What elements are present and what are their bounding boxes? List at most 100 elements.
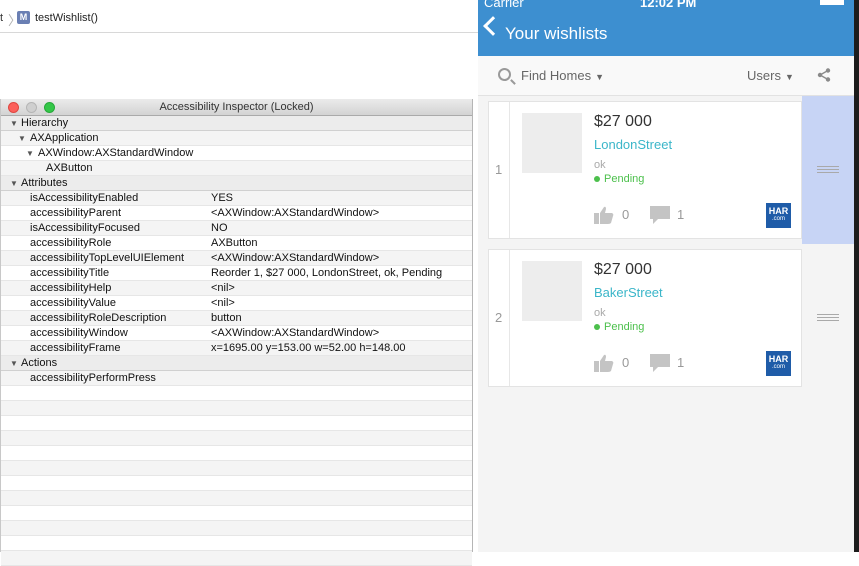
comment-icon[interactable]	[650, 354, 670, 372]
attribute-value: Reorder 1, $27 000, LondonStreet, ok, Pe…	[211, 267, 443, 279]
caret-down-icon: ▼	[784, 72, 794, 82]
attribute-row[interactable]: accessibilityParent <AXWindow:AXStandardW…	[1, 206, 472, 221]
listing-note: ok	[594, 307, 606, 319]
comment-icon[interactable]	[650, 206, 670, 224]
battery-icon	[820, 0, 844, 5]
status-badge: Pending	[594, 173, 644, 185]
section-hierarchy[interactable]: ▼ Hierarchy	[1, 116, 472, 131]
listing-price: $27 000	[594, 261, 652, 278]
thumbs-up-icon[interactable]	[594, 206, 614, 224]
attribute-row[interactable]: isAccessibilityEnabled YES	[1, 191, 472, 206]
hierarchy-row[interactable]: ▼ AXWindow:AXStandardWindow	[1, 146, 472, 161]
listing-thumbnail[interactable]	[522, 113, 582, 173]
action-name: accessibilityPerformPress	[30, 372, 156, 384]
listing-street-link[interactable]: LondonStreet	[594, 137, 672, 152]
attribute-value: <AXWindow:AXStandardWindow>	[211, 327, 380, 339]
navigation-bar: Carrier 12:02 PM Your wishlists	[478, 0, 854, 56]
disclosure-triangle-icon[interactable]: ▼	[26, 149, 34, 158]
card-index: 1	[489, 102, 510, 238]
empty-row	[1, 536, 472, 551]
find-homes-label: Find Homes	[521, 68, 592, 83]
attribute-row[interactable]: accessibilityTopLevelUIElement <AXWindow:…	[1, 251, 472, 266]
drag-handle-icon[interactable]	[817, 314, 839, 323]
section-label: Attributes	[21, 177, 68, 189]
like-count: 0	[622, 355, 630, 370]
section-label: Hierarchy	[21, 117, 69, 129]
disclosure-triangle-icon[interactable]: ▼	[10, 359, 18, 368]
attribute-row[interactable]: accessibilityFrame x=1695.00 y=153.00 w=5…	[1, 341, 472, 356]
empty-row	[1, 521, 472, 536]
disclosure-triangle-icon[interactable]: ▼	[18, 134, 26, 143]
attribute-key: accessibilityFrame	[30, 342, 121, 354]
section-label: Actions	[21, 357, 58, 369]
section-actions[interactable]: ▼ Actions	[1, 356, 472, 371]
filter-toolbar: Find Homes ▼ Users ▼	[478, 56, 854, 96]
carrier-label: Carrier	[484, 0, 524, 10]
har-logo-text: HAR	[768, 354, 789, 364]
attribute-key: isAccessibilityEnabled	[30, 192, 139, 204]
attribute-key: accessibilityValue	[30, 297, 117, 309]
attribute-row[interactable]: accessibilityValue <nil>	[1, 296, 472, 311]
attribute-value: NO	[211, 222, 228, 234]
ios-simulator: Carrier 12:02 PM Your wishlists Find Hom…	[478, 0, 854, 552]
card-index: 2	[489, 250, 510, 386]
attribute-key: accessibilityRoleDescription	[30, 312, 167, 324]
attribute-row[interactable]: accessibilityHelp <nil>	[1, 281, 472, 296]
attribute-row[interactable]: accessibilityWindow <AXWindow:AXStandardW…	[1, 326, 472, 341]
attribute-key: accessibilityParent	[30, 207, 122, 219]
listing-price: $27 000	[594, 113, 652, 130]
find-homes-dropdown[interactable]: Find Homes ▼	[521, 68, 604, 83]
caret-down-icon: ▼	[595, 72, 604, 82]
card-index-number: 1	[495, 162, 503, 177]
xcode-jump-bar: t 〉 M testWishlist()	[0, 0, 478, 33]
wishlist-card[interactable]: 1 $27 000 LondonStreet ok Pending 0 1 HA…	[488, 101, 802, 239]
empty-row	[1, 386, 472, 401]
empty-row	[1, 431, 472, 446]
users-label: Users	[747, 68, 781, 83]
attribute-key: accessibilityRole	[30, 237, 112, 249]
attribute-row[interactable]: accessibilityRole AXButton	[1, 236, 472, 251]
back-chevron-icon[interactable]	[483, 16, 503, 36]
nav-title[interactable]: Your wishlists	[505, 24, 607, 44]
empty-row	[1, 476, 472, 491]
hierarchy-node: AXApplication	[30, 132, 99, 144]
share-icon[interactable]	[817, 68, 831, 82]
status-time: 12:02 PM	[640, 0, 697, 10]
background-window-edge	[854, 0, 859, 552]
xcode-editor-area[interactable]	[0, 34, 478, 99]
har-logo: HAR .com	[766, 203, 791, 228]
attribute-row[interactable]: accessibilityTitle Reorder 1, $27 000, Lo…	[1, 266, 472, 281]
section-attributes[interactable]: ▼ Attributes	[1, 176, 472, 191]
jump-bar-fragment[interactable]: t	[0, 12, 3, 24]
search-icon[interactable]	[498, 68, 511, 81]
disclosure-triangle-icon[interactable]: ▼	[10, 119, 18, 128]
hierarchy-row[interactable]: ▼ AXApplication	[1, 131, 472, 146]
empty-row	[1, 506, 472, 521]
attribute-row[interactable]: isAccessibilityFocused NO	[1, 221, 472, 236]
inspector-outline: ▼ Hierarchy ▼ AXApplication ▼ AXWindow:A…	[1, 116, 472, 566]
comment-count: 1	[677, 207, 685, 222]
attribute-key: accessibilityTitle	[30, 267, 110, 279]
listing-street-link[interactable]: BakerStreet	[594, 285, 663, 300]
reorder-handle-selected[interactable]	[802, 96, 854, 244]
drag-handle-icon[interactable]	[817, 166, 839, 175]
thumbs-up-icon[interactable]	[594, 354, 614, 372]
users-dropdown[interactable]: Users ▼	[747, 68, 794, 83]
attribute-key: isAccessibilityFocused	[30, 222, 141, 234]
status-badge: Pending	[594, 321, 644, 333]
empty-row	[1, 401, 472, 416]
reorder-handle[interactable]	[802, 244, 854, 392]
wishlist-card[interactable]: 2 $27 000 BakerStreet ok Pending 0 1 HAR…	[488, 249, 802, 387]
attribute-key: accessibilityTopLevelUIElement	[30, 252, 185, 264]
disclosure-triangle-icon[interactable]: ▼	[10, 179, 18, 188]
har-logo: HAR .com	[766, 351, 791, 376]
listing-thumbnail[interactable]	[522, 261, 582, 321]
attribute-row[interactable]: accessibilityRoleDescription button	[1, 311, 472, 326]
inspector-titlebar[interactable]: Accessibility Inspector (Locked)	[1, 99, 472, 116]
har-logo-suffix: .com	[771, 364, 785, 370]
action-row[interactable]: accessibilityPerformPress	[1, 371, 472, 386]
hierarchy-row[interactable]: AXButton	[1, 161, 472, 176]
attribute-value: button	[211, 312, 242, 324]
jump-bar-method[interactable]: testWishlist()	[35, 12, 98, 24]
card-index-number: 2	[495, 310, 503, 325]
